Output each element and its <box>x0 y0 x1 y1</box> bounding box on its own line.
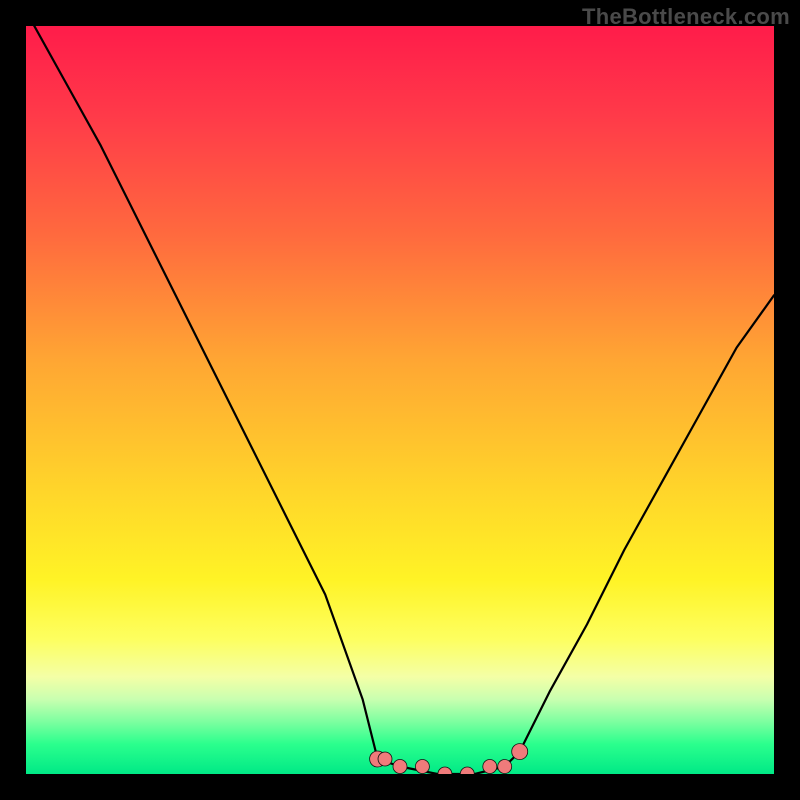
optimal-point <box>415 760 429 774</box>
optimal-point <box>498 760 512 774</box>
bottleneck-chart <box>26 26 774 774</box>
bottleneck-curve <box>26 26 774 774</box>
optimal-point <box>393 760 407 774</box>
plot-area <box>26 26 774 774</box>
optimal-point <box>378 752 392 766</box>
optimal-point <box>512 744 528 760</box>
optimal-point <box>483 760 497 774</box>
optimal-point <box>438 767 452 774</box>
chart-frame: TheBottleneck.com <box>0 0 800 800</box>
optimal-point <box>460 767 474 774</box>
watermark-text: TheBottleneck.com <box>582 4 790 30</box>
optimal-range-points <box>370 744 528 774</box>
